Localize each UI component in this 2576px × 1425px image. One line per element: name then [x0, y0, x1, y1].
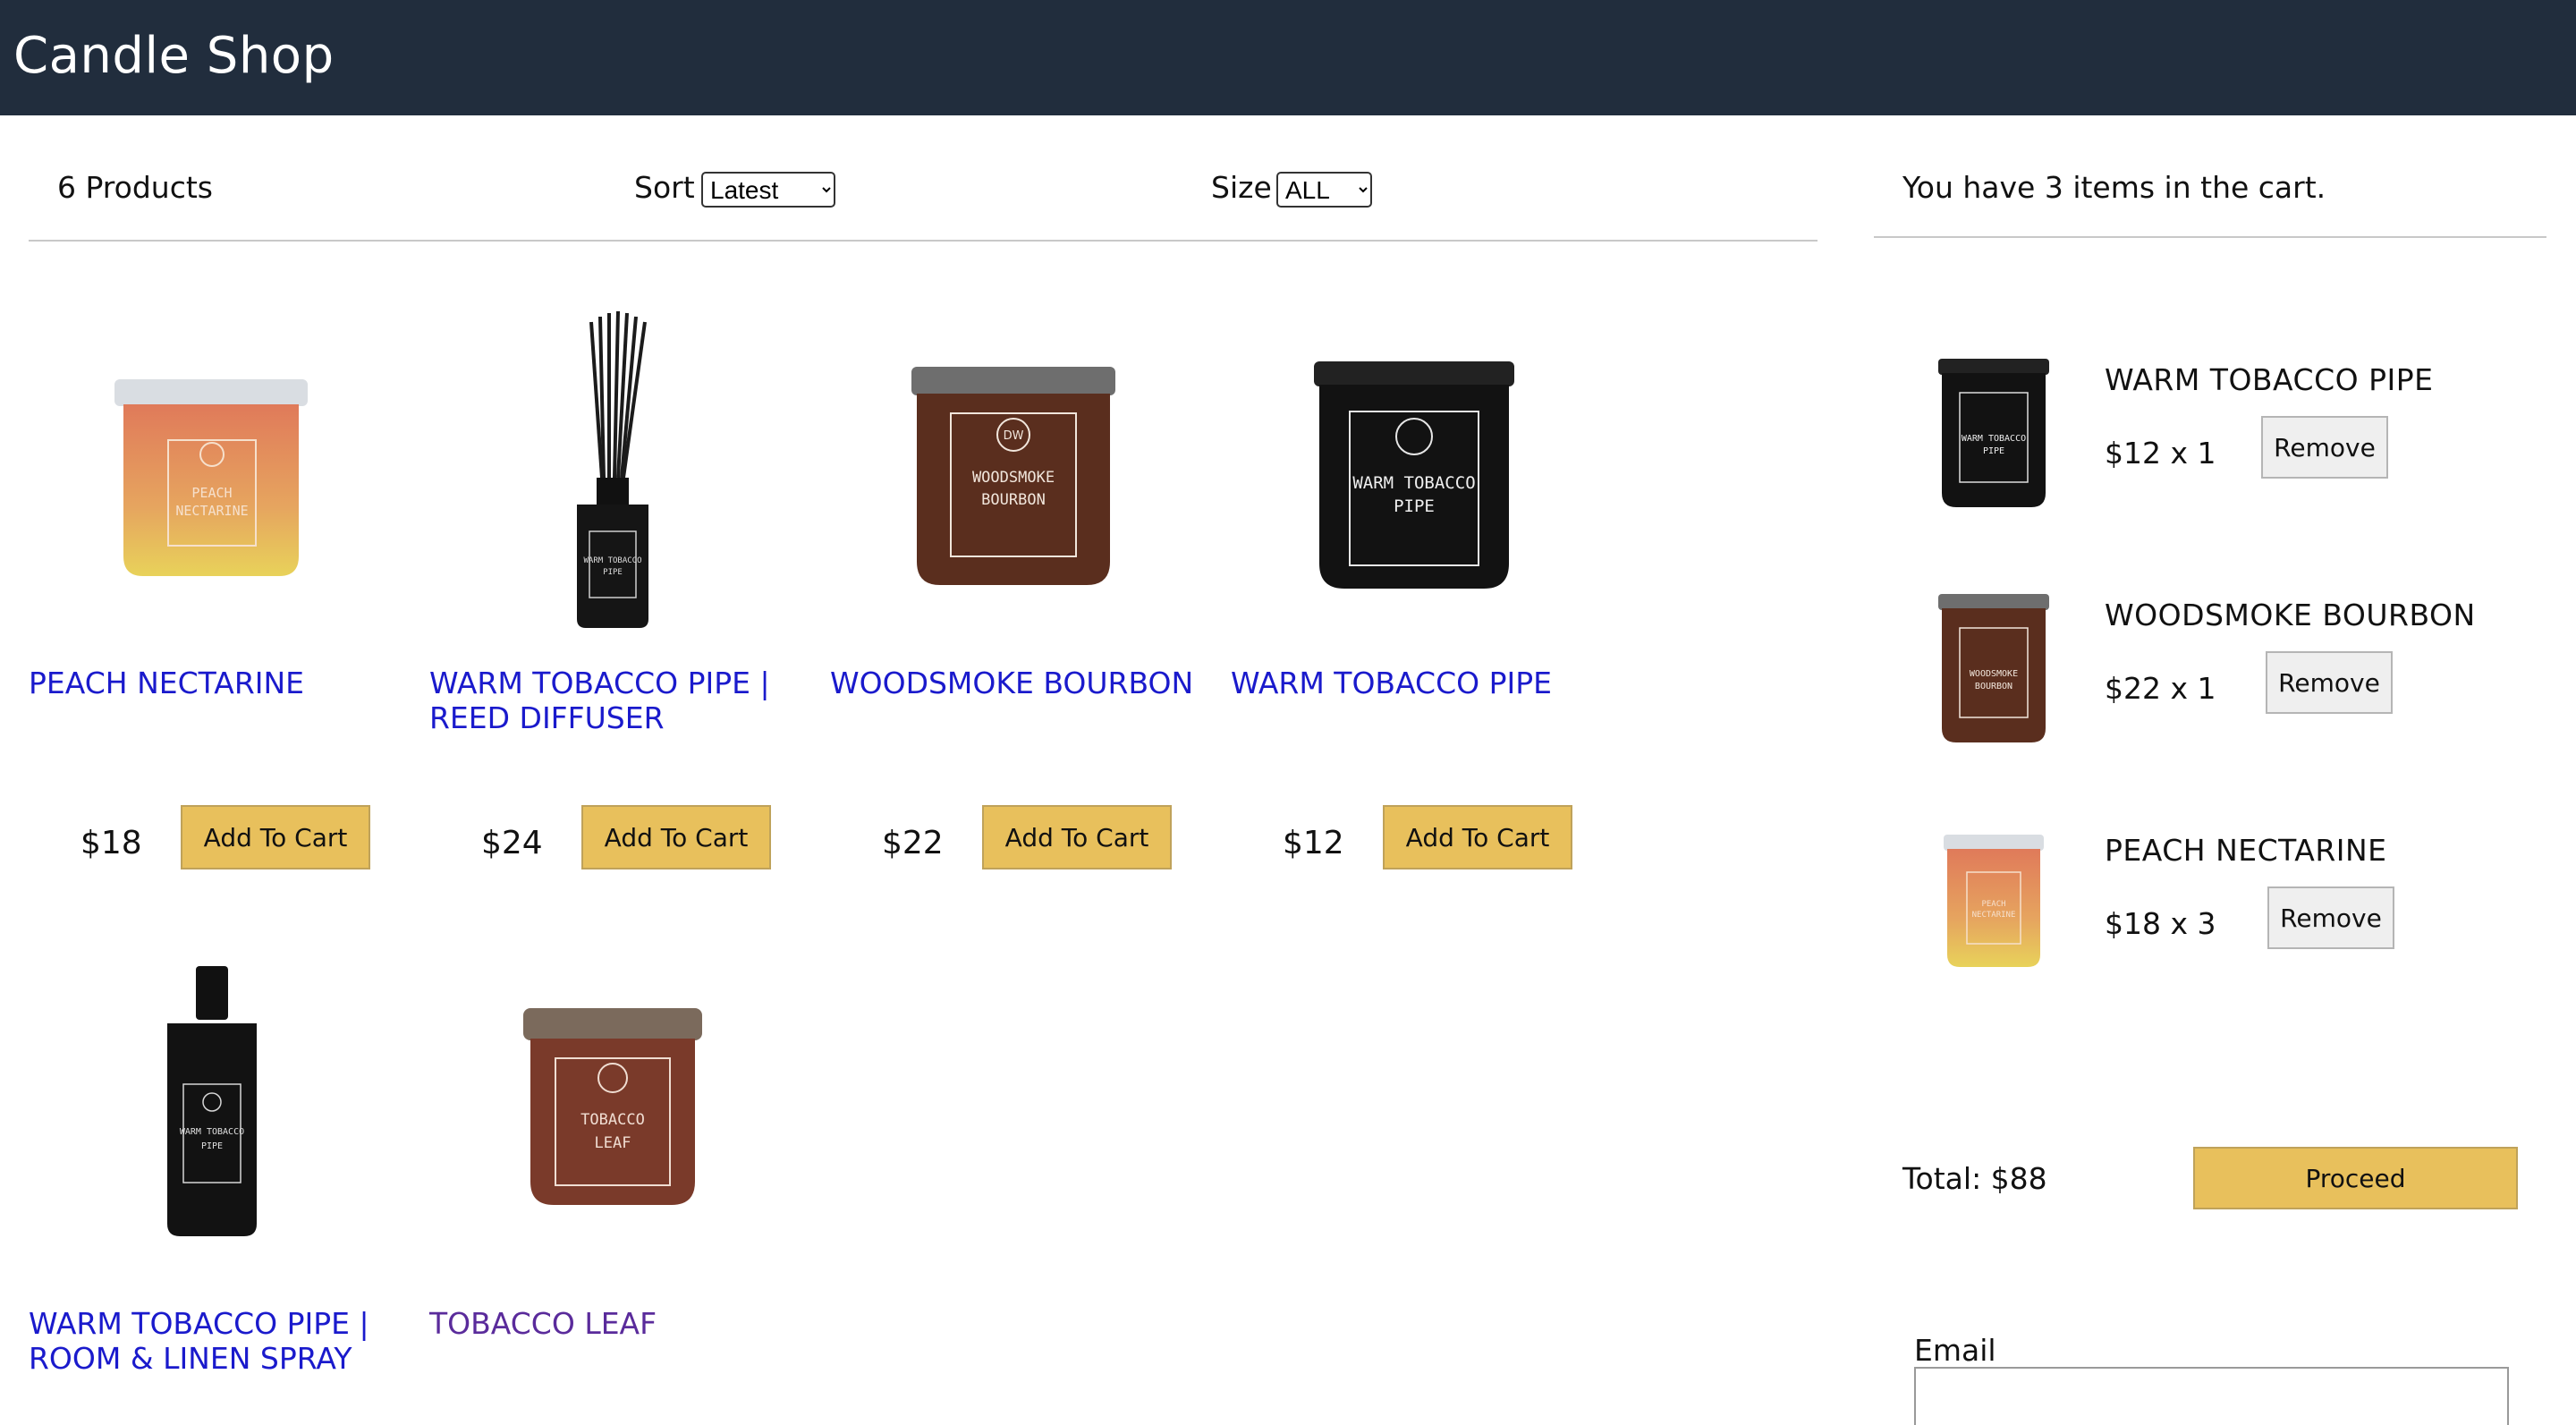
svg-text:PIPE: PIPE	[1983, 446, 2004, 456]
svg-text:WARM TOBACCO: WARM TOBACCO	[583, 556, 641, 565]
svg-text:WARM TOBACCO: WARM TOBACCO	[1962, 434, 2026, 444]
svg-text:PIPE: PIPE	[603, 568, 623, 577]
add-to-cart-button[interactable]: Add To Cart	[982, 805, 1172, 869]
cart-count-message: You have 3 items in the cart.	[1902, 170, 2326, 205]
product-card: PEACH NECTARINE PEACH NECTARINE $18 Add …	[29, 308, 431, 880]
cart-item: PEACH NECTARINE PEACH NECTARINE $18 x 3 …	[1914, 824, 2558, 1003]
sort-label: Sort	[634, 170, 695, 205]
peach-candle-image[interactable]: PEACH NECTARINE	[29, 308, 395, 630]
product-name-link[interactable]: WOODSMOKE BOURBON	[830, 666, 1215, 700]
cart-item-image: WARM TOBACCO PIPE	[1927, 353, 2061, 514]
add-to-cart-button[interactable]: Add To Cart	[181, 805, 370, 869]
svg-text:WOODSMOKE: WOODSMOKE	[1970, 669, 2018, 679]
svg-text:TOBACCO: TOBACCO	[580, 1111, 645, 1129]
product-count: 6 Products	[57, 170, 213, 205]
svg-text:PIPE: PIPE	[1394, 496, 1435, 516]
cart-item-name: WOODSMOKE BOURBON	[2105, 598, 2476, 632]
product-card: DW WOODSMOKE BOURBON WOODSMOKE BOURBON $…	[830, 308, 1233, 880]
top-header: Candle Shop	[0, 0, 2576, 115]
svg-text:BOURBON: BOURBON	[981, 491, 1046, 509]
svg-text:DW: DW	[1004, 429, 1024, 443]
email-field[interactable]	[1914, 1367, 2509, 1425]
cart-item: WARM TOBACCO PIPE WARM TOBACCO PIPE $12 …	[1914, 353, 2558, 532]
cart-item-price-qty: $18 x 3	[2105, 906, 2216, 941]
svg-text:NECTARINE: NECTARINE	[175, 503, 248, 519]
product-card: TOBACCO LEAF TOBACCO LEAF	[429, 950, 832, 1425]
product-name-link[interactable]: WARM TOBACCO PIPE	[1231, 666, 1615, 700]
black-candle-image[interactable]: WARM TOBACCO PIPE	[1231, 308, 1597, 630]
proceed-button[interactable]: Proceed	[2193, 1147, 2518, 1209]
svg-text:BOURBON: BOURBON	[1975, 682, 2012, 691]
cart-item-image: PEACH NECTARINE	[1927, 824, 2061, 985]
room-spray-image[interactable]: WARM TOBACCO PIPE	[29, 950, 395, 1254]
svg-text:PIPE: PIPE	[201, 1141, 223, 1151]
svg-text:NECTARINE: NECTARINE	[1972, 911, 2016, 920]
cart-item-name: PEACH NECTARINE	[2105, 833, 2387, 868]
reed-diffuser-image[interactable]: WARM TOBACCO PIPE	[429, 308, 796, 630]
bourbon-candle-image[interactable]: DW WOODSMOKE BOURBON	[830, 308, 1197, 630]
product-price: $24	[481, 825, 543, 861]
product-price: $22	[882, 825, 944, 861]
cart-total: Total: $88	[1902, 1161, 2047, 1196]
svg-text:WARM TOBACCO: WARM TOBACCO	[180, 1127, 244, 1137]
tobacco-leaf-candle-image[interactable]: TOBACCO LEAF	[429, 950, 796, 1254]
svg-text:WARM TOBACCO: WARM TOBACCO	[1352, 473, 1475, 493]
size-label: Size	[1211, 170, 1272, 205]
remove-button[interactable]: Remove	[2267, 886, 2394, 949]
cart-item-price-qty: $22 x 1	[2105, 671, 2216, 706]
svg-text:LEAF: LEAF	[595, 1134, 631, 1152]
add-to-cart-button[interactable]: Add To Cart	[1383, 805, 1572, 869]
filter-bar: 6 Products Sort Latest Size ALL	[29, 152, 1818, 242]
add-to-cart-button[interactable]: Add To Cart	[581, 805, 771, 869]
product-name-link[interactable]: TOBACCO LEAF	[429, 1306, 814, 1341]
app-title: Candle Shop	[13, 27, 335, 85]
svg-text:PEACH: PEACH	[1981, 900, 2005, 909]
product-name-link[interactable]: WARM TOBACCO PIPE | ROOM & LINEN SPRAY	[29, 1306, 413, 1376]
product-card: WARM TOBACCO PIPE WARM TOBACCO PIPE | RE…	[429, 308, 832, 880]
svg-text:WOODSMOKE: WOODSMOKE	[972, 469, 1055, 487]
svg-text:PEACH: PEACH	[191, 485, 232, 501]
product-price: $18	[80, 825, 142, 861]
product-name-link[interactable]: WARM TOBACCO PIPE | REED DIFFUSER	[429, 666, 814, 735]
product-card: WARM TOBACCO PIPE WARM TOBACCO PIPE | RO…	[29, 950, 431, 1425]
cart-item-image: WOODSMOKE BOURBON	[1927, 589, 2061, 750]
cart-item-name: WARM TOBACCO PIPE	[2105, 362, 2434, 397]
size-select[interactable]: ALL	[1276, 172, 1372, 208]
cart-item: WOODSMOKE BOURBON WOODSMOKE BOURBON $22 …	[1914, 589, 2558, 768]
cart-item-price-qty: $12 x 1	[2105, 436, 2216, 471]
product-card: WARM TOBACCO PIPE WARM TOBACCO PIPE $12 …	[1231, 308, 1633, 880]
sort-select[interactable]: Latest	[701, 172, 835, 208]
remove-button[interactable]: Remove	[2266, 651, 2393, 714]
product-name-link[interactable]: PEACH NECTARINE	[29, 666, 413, 700]
cart-header: You have 3 items in the cart.	[1874, 152, 2546, 238]
product-price: $12	[1283, 825, 1344, 861]
email-label: Email	[1914, 1333, 1996, 1368]
remove-button[interactable]: Remove	[2261, 416, 2388, 479]
